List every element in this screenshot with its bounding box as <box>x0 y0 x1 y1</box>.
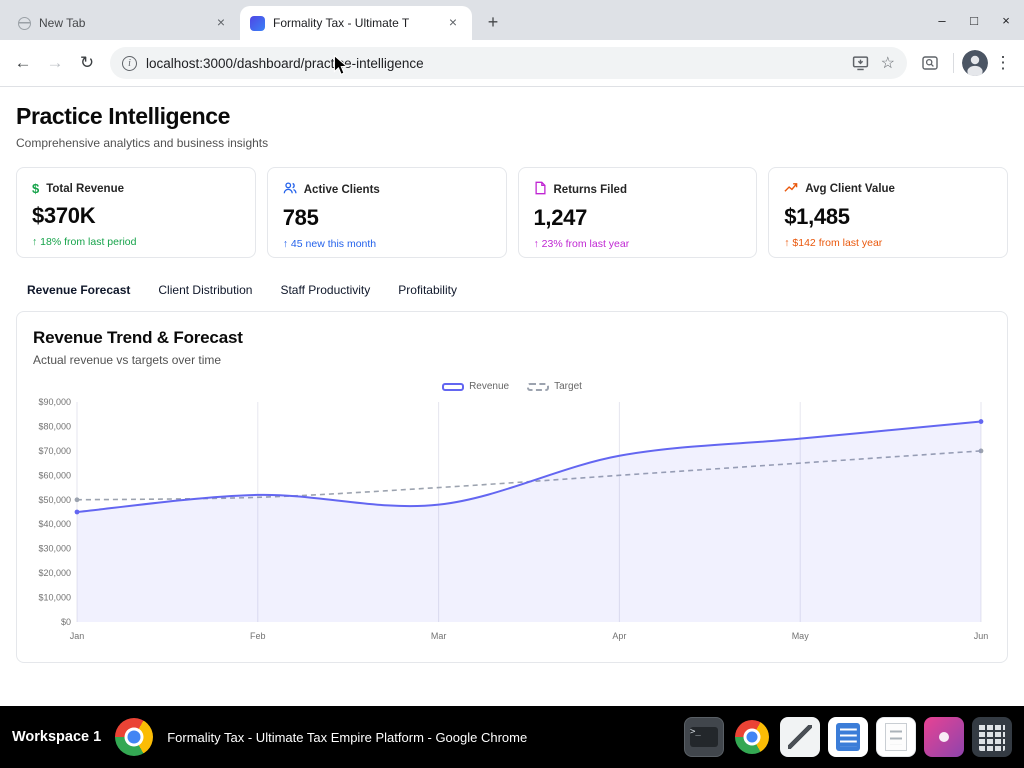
browser-navbar: ← → ↻ i localhost:3000/dashboard/practic… <box>0 40 1024 87</box>
stat-card-active-clients: Active Clients 785 ↑ 45 new this month <box>267 167 507 258</box>
tab-staff-productivity[interactable]: Staff Productivity <box>280 283 370 297</box>
url-text[interactable]: localhost:3000/dashboard/practice-intell… <box>146 56 424 71</box>
back-button[interactable]: ← <box>8 48 38 78</box>
chrome-window-icon[interactable] <box>115 718 153 756</box>
stat-delta: ↑ $142 from last year <box>784 237 992 249</box>
stat-label: Total Revenue <box>46 183 124 195</box>
svg-text:May: May <box>792 631 810 641</box>
forward-button: → <box>40 48 70 78</box>
revenue-chart-card: Revenue Trend & Forecast Actual revenue … <box>16 311 1008 663</box>
svg-text:$80,000: $80,000 <box>38 421 71 431</box>
stat-label: Returns Filed <box>554 184 627 196</box>
browser-tab-new-tab[interactable]: New Tab × <box>8 6 240 40</box>
site-info-icon[interactable]: i <box>122 56 137 71</box>
tab-close-icon[interactable]: × <box>212 14 230 32</box>
tab-close-icon[interactable]: × <box>444 14 462 32</box>
active-window-title[interactable]: Formality Tax - Ultimate Tax Empire Plat… <box>167 730 670 745</box>
url-bar[interactable]: i localhost:3000/dashboard/practice-inte… <box>110 47 907 79</box>
bookmark-star-icon[interactable]: ☆ <box>881 53 895 73</box>
tab-title: Formality Tax - Ultimate T <box>273 16 436 30</box>
dollar-icon: $ <box>32 181 39 196</box>
page-header: Practice Intelligence Comprehensive anal… <box>0 87 1024 150</box>
trending-up-icon <box>784 181 798 197</box>
new-tab-button[interactable]: + <box>480 9 506 35</box>
svg-text:$40,000: $40,000 <box>38 519 71 529</box>
svg-text:Jun: Jun <box>974 631 989 641</box>
profile-avatar[interactable] <box>962 50 988 76</box>
side-search-icon[interactable] <box>915 48 945 78</box>
stat-delta: ↑ 45 new this month <box>283 238 491 250</box>
globe-icon <box>18 17 31 30</box>
divider <box>953 53 954 73</box>
chrome-launcher-icon[interactable] <box>732 717 772 757</box>
stat-card-returns-filed: Returns Filed 1,247 ↑ 23% from last year <box>518 167 758 258</box>
files-icon[interactable] <box>828 717 868 757</box>
stat-delta: ↑ 18% from last period <box>32 236 240 248</box>
chart-subtitle: Actual revenue vs targets over time <box>33 353 991 367</box>
svg-text:Feb: Feb <box>250 631 266 641</box>
tab-revenue-forecast[interactable]: Revenue Forecast <box>27 283 130 297</box>
page-content: Practice Intelligence Comprehensive anal… <box>0 87 1024 706</box>
browser-tabstrip: New Tab × Formality Tax - Ultimate T × +… <box>0 0 1024 40</box>
legend-revenue: Revenue <box>442 381 509 392</box>
document-icon[interactable] <box>876 717 916 757</box>
calculator-icon[interactable] <box>972 717 1012 757</box>
stat-value: $1,485 <box>784 204 992 230</box>
window-controls: – □ × <box>926 0 1022 40</box>
reload-button[interactable]: ↻ <box>72 48 102 78</box>
legend-target: Target <box>527 381 582 392</box>
browser-menu-icon[interactable]: ⋮ <box>990 53 1016 73</box>
stat-card-total-revenue: $ Total Revenue $370K ↑ 18% from last pe… <box>16 167 256 258</box>
svg-text:Apr: Apr <box>612 631 626 641</box>
system-tray: >_ <box>684 717 1012 757</box>
chart-title: Revenue Trend & Forecast <box>33 328 991 348</box>
browser-tab-formality-tax[interactable]: Formality Tax - Ultimate T × <box>240 6 472 40</box>
tab-client-distribution[interactable]: Client Distribution <box>158 283 252 297</box>
install-app-icon[interactable] <box>852 55 869 72</box>
svg-text:$90,000: $90,000 <box>38 397 71 407</box>
file-icon <box>534 181 547 198</box>
site-favicon-icon <box>250 16 265 31</box>
close-button[interactable]: × <box>990 13 1022 28</box>
svg-text:Jan: Jan <box>70 631 85 641</box>
stat-label: Avg Client Value <box>805 183 895 195</box>
minimize-button[interactable]: – <box>926 13 958 28</box>
workspace-label[interactable]: Workspace 1 <box>12 729 101 745</box>
svg-text:$60,000: $60,000 <box>38 470 71 480</box>
terminal-icon[interactable]: >_ <box>684 717 724 757</box>
page-subtitle: Comprehensive analytics and business ins… <box>16 136 1008 150</box>
revenue-trend-chart: $0 $10,000 $20,000 $30,000 $40,000 $50,000 $60… <box>33 394 991 646</box>
stat-label: Active Clients <box>304 184 380 196</box>
svg-text:$10,000: $10,000 <box>38 593 71 603</box>
svg-text:$0: $0 <box>61 617 71 627</box>
screen: New Tab × Formality Tax - Ultimate T × +… <box>0 0 1024 768</box>
svg-text:Mar: Mar <box>431 631 447 641</box>
page-title: Practice Intelligence <box>16 103 1008 130</box>
stat-cards: $ Total Revenue $370K ↑ 18% from last pe… <box>16 167 1008 258</box>
chart-legend: Revenue Target <box>33 381 991 392</box>
text-editor-icon[interactable] <box>780 717 820 757</box>
tab-profitability[interactable]: Profitability <box>398 283 457 297</box>
analytics-tabs: Revenue Forecast Client Distribution Sta… <box>27 283 1008 297</box>
svg-text:$30,000: $30,000 <box>38 544 71 554</box>
stat-value: 1,247 <box>534 205 742 231</box>
taskbar: Workspace 1 Formality Tax - Ultimate Tax… <box>0 706 1024 768</box>
image-viewer-icon[interactable] <box>924 717 964 757</box>
users-icon <box>283 181 297 198</box>
svg-text:$20,000: $20,000 <box>38 568 71 578</box>
stat-value: 785 <box>283 205 491 231</box>
tab-title: New Tab <box>39 16 204 30</box>
maximize-button[interactable]: □ <box>958 13 990 28</box>
stat-card-avg-client-value: Avg Client Value $1,485 ↑ $142 from last… <box>768 167 1008 258</box>
svg-text:$50,000: $50,000 <box>38 495 71 505</box>
stat-value: $370K <box>32 203 240 229</box>
svg-text:$70,000: $70,000 <box>38 446 71 456</box>
stat-delta: ↑ 23% from last year <box>534 238 742 250</box>
